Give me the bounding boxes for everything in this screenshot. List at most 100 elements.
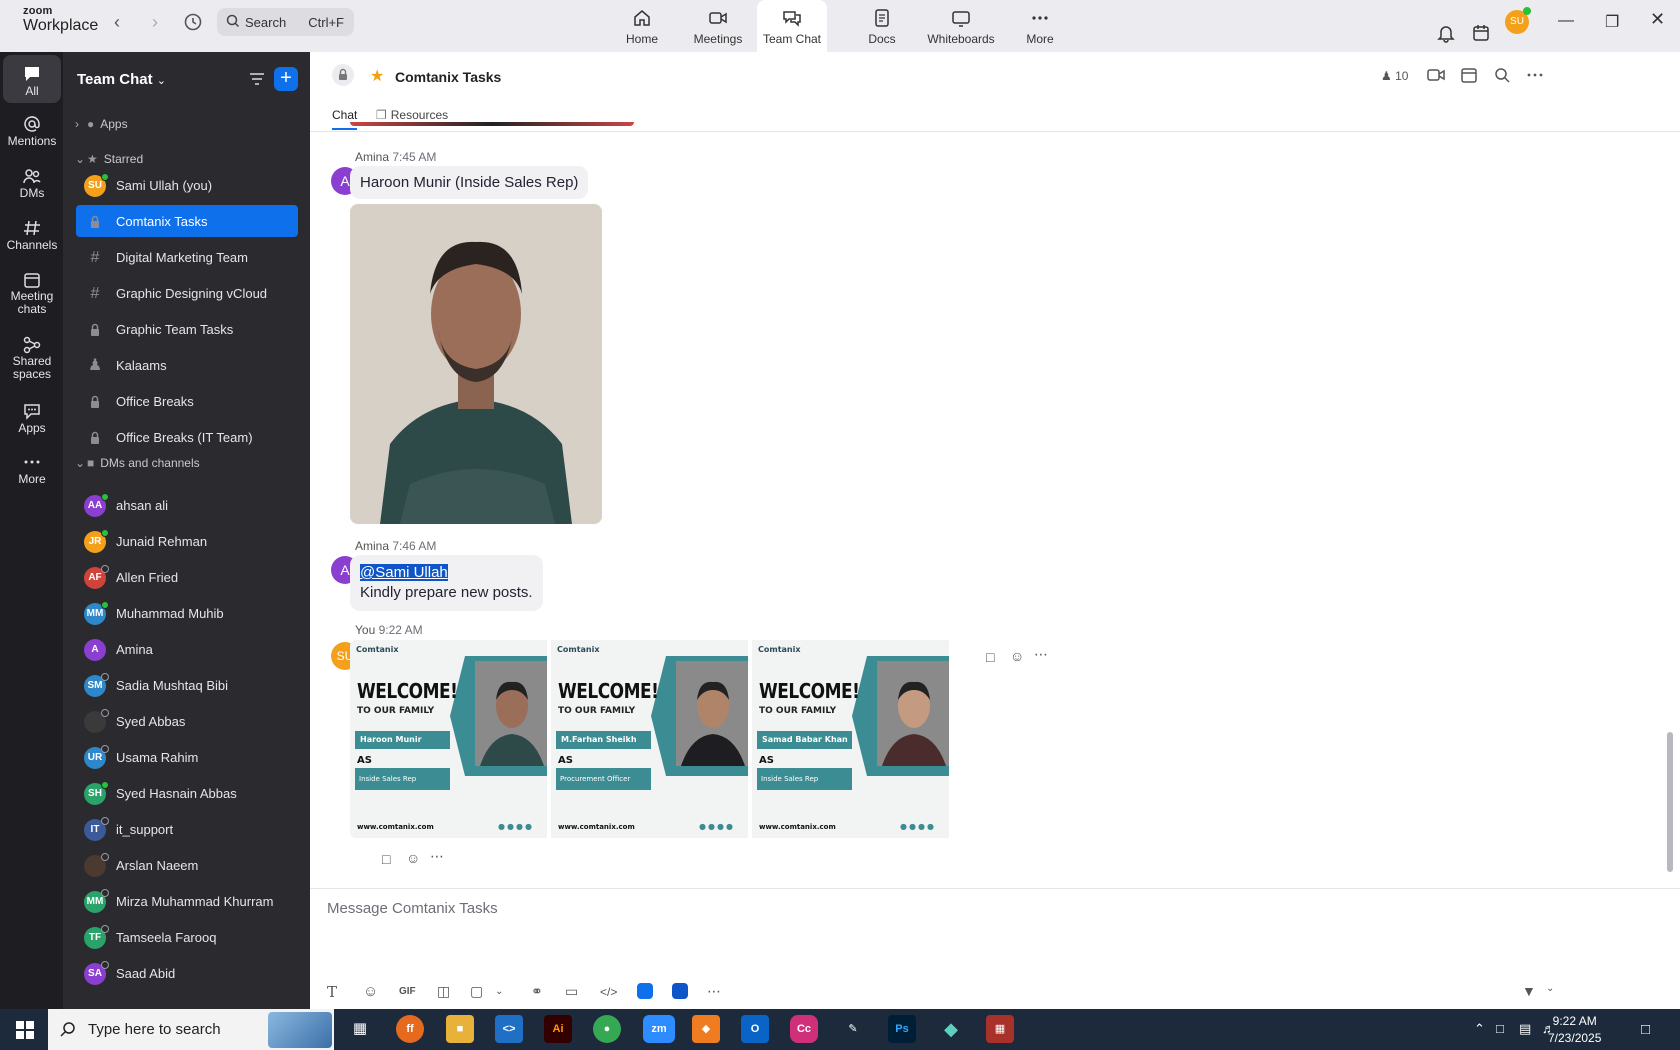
- format-text-icon[interactable]: T: [327, 983, 337, 1001]
- search-icon[interactable]: [1493, 66, 1511, 84]
- gif-icon[interactable]: GIF: [399, 986, 416, 997]
- file-icon[interactable]: ◫: [437, 983, 450, 1000]
- app-icon[interactable]: ◆: [937, 1015, 965, 1043]
- sidebar-title[interactable]: Team Chat ⌄: [77, 71, 166, 88]
- rail-dms[interactable]: DMs: [3, 166, 61, 200]
- reply-icon[interactable]: □: [382, 851, 390, 867]
- more-icon[interactable]: ⋯: [707, 983, 721, 1000]
- tab-home[interactable]: Home: [618, 0, 666, 52]
- message-composer[interactable]: Message Comtanix Tasks T ☺ GIF ◫ ▢ ⌄ ⚭ ▭…: [310, 888, 1680, 1009]
- calendar-icon[interactable]: [1460, 66, 1478, 84]
- sidebar-item[interactable]: AF Allen Fried: [76, 561, 298, 593]
- notifications-icon[interactable]: □: [1641, 1021, 1650, 1038]
- bell-icon[interactable]: [1436, 11, 1456, 55]
- more-icon[interactable]: [1526, 66, 1544, 84]
- sidebar-item[interactable]: # Digital Marketing Team: [76, 241, 298, 273]
- chevron-down-icon[interactable]: ⌄: [495, 986, 503, 997]
- sidebar-item[interactable]: AA ahsan ali: [76, 489, 298, 521]
- emoji-icon[interactable]: ☺: [363, 983, 378, 1000]
- app-icon[interactable]: [672, 983, 688, 999]
- app-icon[interactable]: ◆: [692, 1015, 720, 1043]
- image-gallery[interactable]: Comtanix WELCOME! TO OUR FAMILY Haroon Muni…: [350, 640, 953, 838]
- task-view-icon[interactable]: ▦: [346, 1015, 374, 1043]
- sidebar-item[interactable]: A Amina: [76, 633, 298, 665]
- back-arrow-icon[interactable]: ‹: [114, 12, 120, 33]
- history-icon[interactable]: [182, 11, 204, 33]
- illustrator-icon[interactable]: Ai: [544, 1015, 572, 1043]
- more-icon[interactable]: ⋯: [1034, 646, 1048, 663]
- channel-title[interactable]: Comtanix Tasks: [395, 69, 501, 85]
- sender-name[interactable]: You: [355, 623, 375, 637]
- rail-mentions[interactable]: Mentions: [3, 114, 61, 148]
- rail-shared-spaces[interactable]: Shared spaces: [3, 335, 61, 381]
- sender-name[interactable]: Amina: [355, 150, 389, 164]
- sidebar-item[interactable]: JR Junaid Rehman: [76, 525, 298, 557]
- tab-meetings[interactable]: Meetings: [690, 0, 746, 52]
- creative-cloud-icon[interactable]: Cc: [790, 1015, 818, 1043]
- rail-meeting-chats[interactable]: Meeting chats: [3, 270, 61, 316]
- reply-icon[interactable]: □: [986, 649, 994, 665]
- welcome-card-image[interactable]: Comtanix WELCOME! TO OUR FAMILY Samad Babar…: [752, 640, 952, 838]
- sidebar-item[interactable]: Graphic Team Tasks: [76, 313, 298, 345]
- emoji-icon[interactable]: ☺: [1010, 648, 1024, 664]
- calendar-icon[interactable]: [1471, 11, 1491, 55]
- more-icon[interactable]: ⋯: [430, 848, 444, 865]
- system-clock[interactable]: 9:22 AM 7/23/2025: [1548, 1013, 1601, 1047]
- tab-docs[interactable]: Docs: [852, 0, 912, 52]
- tray-app-icon[interactable]: □: [1496, 1021, 1504, 1036]
- sidebar-item[interactable]: UR Usama Rahim: [76, 741, 298, 773]
- sidebar-item[interactable]: SH Syed Hasnain Abbas: [76, 777, 298, 809]
- rail-all[interactable]: All: [3, 55, 61, 103]
- filter-icon[interactable]: [248, 71, 266, 87]
- rail-channels[interactable]: Channels: [3, 218, 61, 252]
- app-icon[interactable]: [637, 983, 653, 999]
- chevron-down-icon[interactable]: ⌄: [1546, 983, 1554, 994]
- zoom-taskbar-icon[interactable]: zm: [643, 1015, 675, 1043]
- rail-more[interactable]: More: [3, 452, 61, 486]
- taskbar-search[interactable]: Type here to search: [48, 1009, 334, 1050]
- pen-tool-icon[interactable]: ✎: [839, 1015, 867, 1043]
- chrome-icon[interactable]: ●: [593, 1015, 621, 1043]
- code-icon[interactable]: </>: [600, 985, 617, 999]
- sidebar-item[interactable]: SU Sami Ullah (you): [76, 169, 298, 201]
- video-message-icon[interactable]: ▭: [565, 983, 578, 1000]
- sidebar-item[interactable]: TF Tamseela Farooq: [76, 921, 298, 953]
- section-dms[interactable]: ⌄ ■ DMs and channels: [75, 456, 200, 470]
- section-starred[interactable]: ⌄ ★ Starred: [75, 152, 143, 166]
- file-explorer-icon[interactable]: ■: [446, 1015, 474, 1043]
- search-bar[interactable]: Search Ctrl+F: [217, 8, 354, 36]
- forward-arrow-icon[interactable]: ›: [152, 12, 158, 33]
- sidebar-item[interactable]: Comtanix Tasks: [76, 205, 298, 237]
- sidebar-item[interactable]: SM Sadia Mushtaq Bibi: [76, 669, 298, 701]
- sidebar-item[interactable]: Arslan Naeem: [76, 849, 298, 881]
- photoshop-icon[interactable]: Ps: [888, 1015, 916, 1043]
- network-icon[interactable]: ▤: [1519, 1021, 1531, 1037]
- sidebar-item[interactable]: Office Breaks: [76, 385, 298, 417]
- minimize-icon[interactable]: —: [1558, 12, 1574, 30]
- microphone-icon[interactable]: ⚭: [531, 983, 543, 1000]
- star-icon[interactable]: ★: [370, 66, 384, 86]
- send-options-icon[interactable]: ▼: [1522, 983, 1536, 999]
- vscode-icon[interactable]: <>: [495, 1015, 523, 1043]
- rail-apps[interactable]: Apps: [3, 401, 61, 435]
- tab-chat[interactable]: Chat: [332, 108, 358, 130]
- emoji-icon[interactable]: ☺: [406, 850, 420, 866]
- sidebar-item[interactable]: Office Breaks (IT Team): [76, 421, 298, 453]
- profile-photo[interactable]: [350, 204, 602, 524]
- sidebar-item[interactable]: # Graphic Designing vCloud: [76, 277, 298, 309]
- sender-name[interactable]: Amina: [355, 539, 389, 553]
- screenshot-icon[interactable]: ▢: [470, 983, 483, 1000]
- tab-resources[interactable]: ❐ Resources: [376, 108, 448, 122]
- windows-start-icon[interactable]: [16, 1021, 34, 1039]
- tab-more[interactable]: More: [1020, 0, 1060, 52]
- restore-icon[interactable]: ❐: [1605, 12, 1619, 32]
- chevron-up-icon[interactable]: ⌃: [1474, 1021, 1485, 1037]
- sidebar-item[interactable]: MM Mirza Muhammad Khurram: [76, 885, 298, 917]
- welcome-card-image[interactable]: Comtanix WELCOME! TO OUR FAMILY Haroon Muni…: [350, 640, 550, 838]
- close-icon[interactable]: ✕: [1650, 9, 1665, 30]
- scrollbar[interactable]: [1667, 732, 1673, 872]
- section-apps[interactable]: › ● Apps: [75, 117, 128, 131]
- sidebar-item[interactable]: SA Saad Abid: [76, 957, 298, 989]
- winrar-icon[interactable]: ▦: [986, 1015, 1014, 1043]
- sidebar-item[interactable]: Syed Abbas: [76, 705, 298, 737]
